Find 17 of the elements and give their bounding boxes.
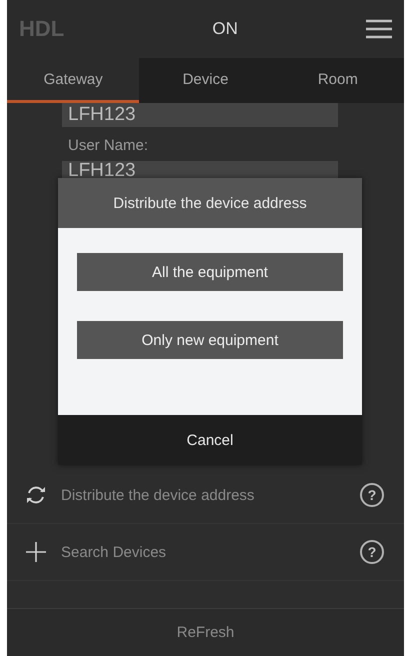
field-label: User Name:	[68, 137, 150, 156]
action-label[interactable]: Search Devices	[61, 544, 360, 560]
action-label[interactable]: Distribute the device address	[61, 486, 360, 504]
tab[interactable]: Gateway	[7, 58, 140, 103]
option-button[interactable]: Only new equipment	[77, 321, 343, 359]
dialog-title: Distribute the device address	[58, 178, 362, 228]
sync-icon	[25, 484, 47, 506]
help-icon[interactable]: ?	[360, 483, 384, 507]
menu-icon[interactable]	[366, 19, 392, 39]
tab[interactable]: Room	[272, 58, 404, 103]
cancel-button[interactable]: Cancel	[58, 415, 362, 465]
text-field[interactable]: LFH123	[62, 103, 338, 127]
option-button[interactable]: All the equipment	[77, 253, 343, 291]
status-title: ON	[212, 19, 238, 39]
help-icon[interactable]: ?	[360, 540, 384, 564]
plus-icon	[25, 541, 47, 563]
tab[interactable]: Device	[139, 58, 272, 103]
